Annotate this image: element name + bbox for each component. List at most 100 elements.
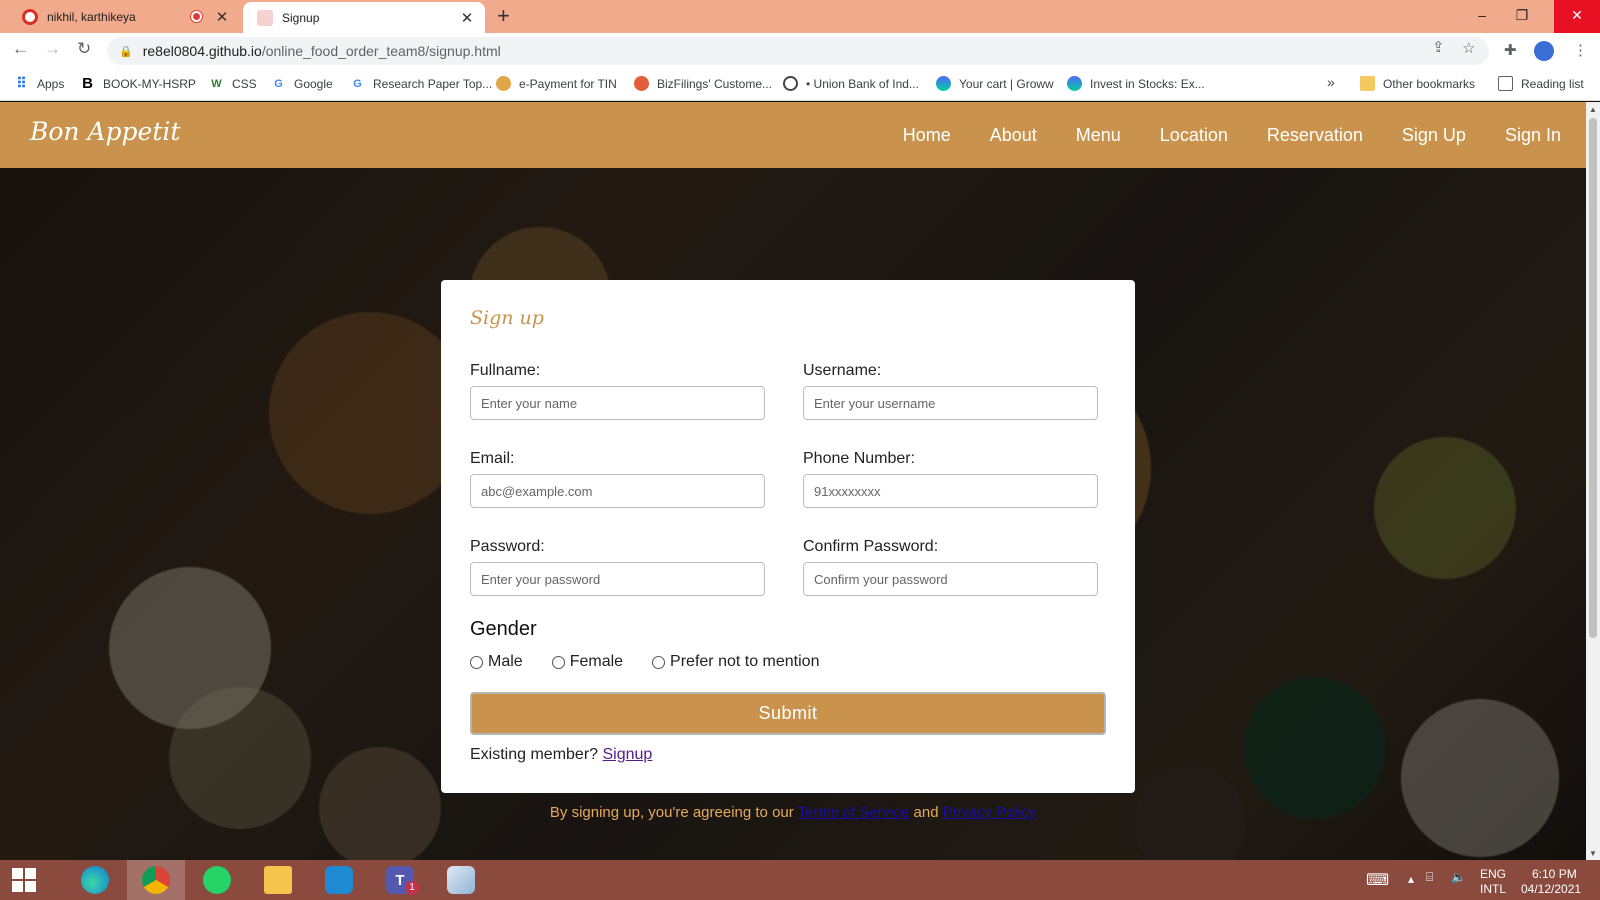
nav-home[interactable]: Home [903,125,951,146]
scrollbar-thumb[interactable] [1589,118,1597,638]
taskbar-file-explorer[interactable] [249,860,307,900]
main-nav: Home About Menu Location Reservation Sig… [864,102,1561,168]
address-toolbar: ← → ↻ 🔒 re8el0804.github.io/online_food_… [0,33,1600,69]
bookmark-bizfilings[interactable]: BizFilings' Custome... [634,76,772,91]
tab-signup[interactable]: Signup ✕ [243,2,485,33]
taskbar-teams[interactable]: T 1 [371,860,429,900]
terms-of-service-link[interactable]: Terms of Service [798,804,910,821]
bookmark-google[interactable]: G Google [271,76,332,91]
bookmark-groww-invest[interactable]: Invest in Stocks: Ex... [1067,76,1205,91]
nav-sign-up[interactable]: Sign Up [1402,125,1466,146]
start-button[interactable] [0,860,48,900]
gender-prefer-not-option[interactable]: Prefer not to mention [652,653,819,671]
existing-member-line: Existing member? Signup [470,746,652,764]
bookmark-label: • Union Bank of Ind... [806,76,919,91]
close-tab-icon[interactable]: ✕ [212,8,232,26]
bookmark-groww-cart[interactable]: Your cart | Groww [936,76,1054,91]
back-arrow-icon[interactable]: ← [12,39,29,59]
username-group: Username: [803,362,1098,420]
forward-arrow-icon[interactable]: → [44,39,61,59]
scroll-up-arrow-icon[interactable]: ▲ [1586,105,1600,114]
whatsapp-icon [203,866,231,894]
reload-icon[interactable]: ↻ [77,39,91,59]
show-hidden-icons-icon[interactable]: ▴ [1408,872,1414,886]
taskbar-chrome[interactable] [127,860,185,900]
nav-reservation[interactable]: Reservation [1267,125,1363,146]
folder-icon [1360,76,1375,91]
taskbar-vscode[interactable] [310,860,368,900]
tab-title: Signup [282,10,320,25]
lock-icon: 🔒 [119,45,133,58]
volume-icon[interactable]: 🔈 [1451,870,1466,884]
bookmark-apps[interactable]: ⠿ Apps [14,75,64,91]
bookmark-other-bookmarks[interactable]: Other bookmarks [1360,76,1475,91]
signup-link[interactable]: Signup [603,746,653,763]
fullname-input[interactable] [470,386,765,420]
language-bottom[interactable]: INTL [1480,882,1506,896]
close-window-icon[interactable]: ✕ [1554,0,1600,33]
touch-keyboard-icon[interactable]: ⌨ [1366,870,1389,890]
gender-male-option[interactable]: Male [470,653,523,671]
tab-nikhil-karthikeya[interactable]: nikhil, karthikeya ✕ [8,0,240,33]
taskbar-app[interactable] [432,860,490,900]
close-tab-icon[interactable]: ✕ [457,9,477,27]
language-top[interactable]: ENG [1480,867,1506,881]
new-tab-button[interactable]: + [497,3,510,29]
signup-card: Sign up Fullname: Username: Email: Phone… [441,280,1135,793]
page-viewport: Bon Appetit Home About Menu Location Res… [0,102,1586,860]
share-icon[interactable]: ⇪ [1432,38,1445,56]
clock-date[interactable]: 04/12/2021 [1521,882,1581,896]
radio-button[interactable] [551,655,565,669]
radio-label: Prefer not to mention [670,653,820,670]
bookmark-book-my-hsrp[interactable]: B BOOK-MY-HSRP [80,75,196,92]
submit-button[interactable]: Submit [470,692,1106,735]
email-input[interactable] [470,474,765,508]
bookmark-star-icon[interactable]: ☆ [1462,39,1475,57]
gender-female-option[interactable]: Female [551,653,624,671]
folder-icon [264,866,292,894]
network-icon[interactable]: ⌸ [1426,870,1433,885]
google-icon: G [353,77,362,90]
privacy-policy-link[interactable]: Privacy Policy [943,804,1036,821]
nav-sign-in[interactable]: Sign In [1505,125,1561,146]
bookmark-label: CSS [232,76,257,91]
kebab-menu-icon[interactable]: ⋮ [1573,41,1588,59]
fullname-label: Fullname: [470,362,541,379]
phone-input[interactable] [803,474,1098,508]
bookmark-research-paper[interactable]: G Research Paper Top... [350,76,492,91]
username-input[interactable] [803,386,1098,420]
teams-badge: 1 [405,881,419,895]
extensions-icon[interactable]: ✚ [1504,41,1517,59]
radio-button[interactable] [652,655,666,669]
notepad-icon [447,866,475,894]
confirm-password-input[interactable] [803,562,1098,596]
browser-tab-strip: nikhil, karthikeya ✕ Signup ✕ + – ❐ ✕ [0,0,1600,33]
bookmark-label: BizFilings' Custome... [657,76,772,91]
radio-label: Female [569,653,624,670]
nav-location[interactable]: Location [1160,125,1228,146]
bookmark-e-payment[interactable]: e-Payment for TIN [496,76,617,91]
scroll-down-arrow-icon[interactable]: ▼ [1586,849,1600,858]
nav-about[interactable]: About [990,125,1037,146]
taskbar-edge[interactable] [66,860,124,900]
bookmark-label: e-Payment for TIN [519,76,617,91]
vscode-icon [325,866,353,894]
nav-menu[interactable]: Menu [1076,125,1121,146]
password-input[interactable] [470,562,765,596]
reading-list-button[interactable]: Reading list [1498,76,1584,91]
profile-avatar[interactable] [1534,41,1554,61]
bookmark-label: Research Paper Top... [373,76,493,91]
restore-icon[interactable]: ❐ [1500,0,1544,33]
b-icon: B [82,75,93,92]
radio-button[interactable] [470,655,483,669]
bookmarks-overflow-button[interactable]: » [1327,74,1335,90]
bookmark-css[interactable]: W CSS [209,76,257,91]
chrome-icon [142,866,170,894]
bookmark-union-bank[interactable]: • Union Bank of Ind... [783,76,919,91]
url-bar[interactable]: 🔒 re8el0804.github.io/online_food_order_… [107,37,1489,65]
site-logo[interactable]: Bon Appetit [30,117,180,146]
clock-time[interactable]: 6:10 PM [1532,867,1577,881]
page-scrollbar[interactable]: ▲ ▼ [1586,102,1600,860]
minimize-icon[interactable]: – [1460,0,1504,33]
taskbar-whatsapp[interactable] [188,860,246,900]
